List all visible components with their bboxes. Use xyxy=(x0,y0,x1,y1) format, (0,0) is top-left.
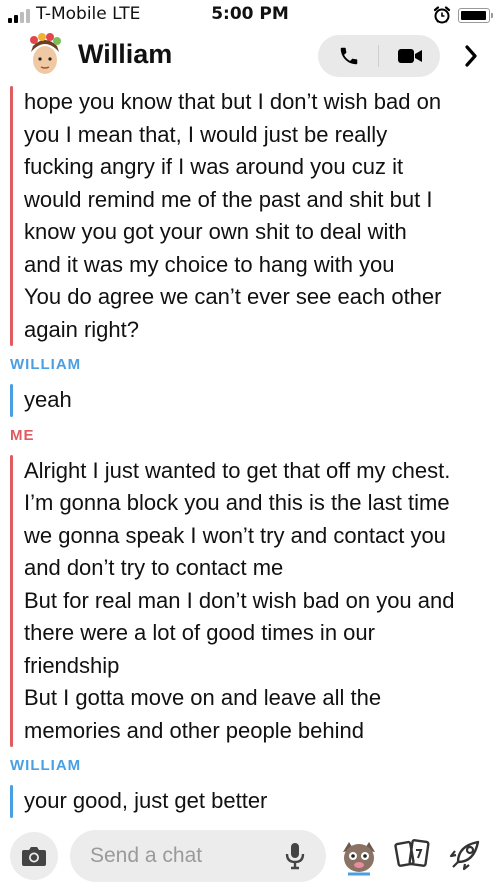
bitmoji-icon[interactable] xyxy=(336,834,382,880)
message-text-line: memories and other people behind xyxy=(24,717,365,743)
message-text-line: But I gotta move on and leave all the xyxy=(24,685,382,710)
chat-header: William xyxy=(0,28,500,84)
sender-label: ME xyxy=(10,426,35,444)
video-camera-icon xyxy=(397,49,422,63)
message-text-line: your good, just get better xyxy=(24,788,268,813)
message-text-line: again right? xyxy=(24,316,139,342)
message-text-line: and don’t try to contact me xyxy=(24,555,284,580)
message-text-line: know you got your own shit to deal with xyxy=(24,219,407,244)
voice-call-button[interactable] xyxy=(318,35,379,77)
message-sender-bar xyxy=(10,86,13,346)
message-text-line: we gonna speak I won’t try and contact y… xyxy=(24,522,446,548)
message-block[interactable]: Alright I just wanted to get that off my… xyxy=(0,454,500,747)
message-text-line: But for real man I don’t wish bad on you… xyxy=(24,587,455,613)
microphone-icon[interactable] xyxy=(284,842,306,870)
message-text-line: you I mean that, I would just be really xyxy=(24,121,388,147)
alarm-clock-icon xyxy=(433,6,451,24)
sticker-cards-icon[interactable] xyxy=(394,838,432,872)
message-text-line: You do agree we can’t ever see each othe… xyxy=(24,284,442,309)
message-sender-bar xyxy=(10,384,13,417)
message-text-line: hope you know that but I don’t wish bad … xyxy=(24,89,442,114)
phone-icon xyxy=(340,47,357,65)
message-text-line: would remind me of the past and shit but… xyxy=(24,186,433,212)
message-sender-bar xyxy=(10,785,13,818)
message-list: hope you know that but I don’t wish bad … xyxy=(0,86,500,818)
contact-name[interactable]: William xyxy=(78,39,172,70)
message-text-line: I’m gonna block you and this is the last… xyxy=(24,490,450,515)
call-button-group xyxy=(318,35,440,77)
composer-bar xyxy=(0,826,500,890)
sender-label: WILLIAM xyxy=(10,757,82,774)
message-text-line: there were a lot of good times in our xyxy=(24,620,375,645)
message-block[interactable]: yeah xyxy=(0,384,500,417)
message-block[interactable]: hope you know that but I don’t wish bad … xyxy=(0,86,500,346)
sender-label: WILLIAM xyxy=(10,356,82,373)
avatar[interactable] xyxy=(22,32,68,78)
rocket-icon[interactable] xyxy=(448,836,484,872)
chevron-right-button[interactable] xyxy=(456,40,486,72)
status-bar: T-Mobile LTE 5:00 PM xyxy=(0,0,500,28)
message-text-line: friendship xyxy=(24,652,120,678)
message-text-line: yeah xyxy=(24,387,72,412)
video-call-button[interactable] xyxy=(379,35,440,77)
message-text-line: Alright I just wanted to get that off my… xyxy=(24,457,451,483)
camera-icon xyxy=(22,847,46,866)
message-text-line: and it was my choice to hang with you xyxy=(24,251,395,277)
chevron-right-icon xyxy=(465,45,477,67)
message-text-line: fucking angry if I was around you cuz it xyxy=(24,154,404,179)
status-time: 5:00 PM xyxy=(211,4,289,24)
message-block[interactable]: your good, just get better xyxy=(0,785,500,818)
camera-button[interactable] xyxy=(10,832,58,880)
battery-icon xyxy=(458,8,493,23)
message-sender-bar xyxy=(10,454,13,747)
